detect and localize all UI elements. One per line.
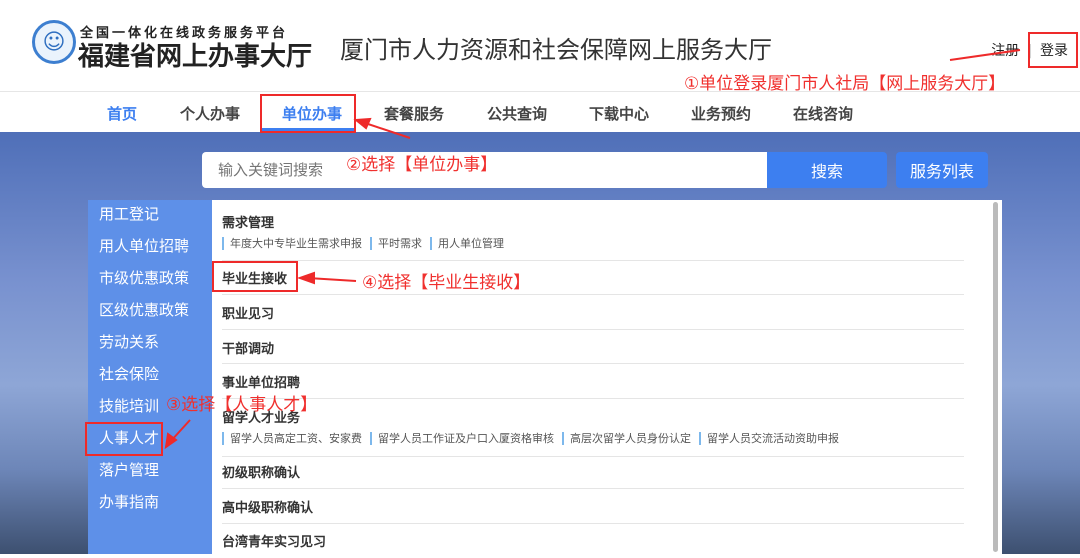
annotation-step2: ②选择【单位办事】 xyxy=(346,155,498,175)
sidebar-item-recruitment[interactable]: 用人单位招聘 xyxy=(88,232,212,264)
service-title[interactable]: 职业见习 xyxy=(222,303,964,322)
service-group: 留学人才业务 留学人员高定工资、安家费 留学人员工作证及户口入厦资格审核 高层次留学… xyxy=(222,407,964,457)
nav-public-query[interactable]: 公共查询 xyxy=(487,103,547,124)
sub-service-link[interactable]: 平时需求 xyxy=(370,237,428,250)
service-group: 高中级职称确认 xyxy=(222,497,964,524)
service-group: 职业见习 xyxy=(222,303,964,330)
annotation-step1: ①单位登录厦门市人社局【网上服务大厅】 xyxy=(684,74,1006,94)
nav-packages[interactable]: 套餐服务 xyxy=(384,103,444,124)
search-button[interactable]: 搜索 xyxy=(767,152,887,188)
service-title[interactable]: 台湾青年实习见习 xyxy=(222,531,964,550)
business-tab-highlight-box xyxy=(260,94,356,133)
service-list-button[interactable]: 服务列表 xyxy=(896,152,988,188)
service-group: 需求管理 年度大中专毕业生需求申报 平时需求 用人单位管理 xyxy=(222,212,964,261)
personnel-highlight-box xyxy=(85,422,163,456)
service-panel: 需求管理 年度大中专毕业生需求申报 平时需求 用人单位管理 毕业生接收 职业见习 干… xyxy=(212,200,1002,554)
sidebar-item-household[interactable]: 落户管理 xyxy=(88,456,212,488)
service-group: 初级职称确认 xyxy=(222,462,964,489)
nav-personal[interactable]: 个人办事 xyxy=(180,103,240,124)
service-group: 毕业生接收 xyxy=(222,268,964,295)
service-title[interactable]: 干部调动 xyxy=(222,338,964,357)
sidebar-item-district-policy[interactable]: 区级优惠政策 xyxy=(88,296,212,328)
nav-downloads[interactable]: 下载中心 xyxy=(589,103,649,124)
graduate-highlight-box xyxy=(212,261,298,292)
sub-service-link[interactable]: 留学人员高定工资、安家费 xyxy=(222,432,368,445)
sidebar-item-labor-relations[interactable]: 劳动关系 xyxy=(88,328,212,360)
service-title[interactable]: 毕业生接收 xyxy=(222,268,964,287)
fujian-logo-icon: ☺ xyxy=(32,20,76,64)
nav-consult[interactable]: 在线咨询 xyxy=(793,103,853,124)
annotation-step4: ④选择【毕业生接收】 xyxy=(362,273,531,293)
login-highlight-box xyxy=(1028,32,1078,68)
nav-appointment[interactable]: 业务预约 xyxy=(691,103,751,124)
site-title: 厦门市人力资源和社会保障网上服务大厅 xyxy=(340,36,772,64)
service-title[interactable]: 留学人才业务 xyxy=(222,407,964,426)
service-group: 事业单位招聘 xyxy=(222,372,964,399)
sidebar-item-employment-registration[interactable]: 用工登记 xyxy=(88,200,212,232)
brand-name[interactable]: 福建省网上办事大厅 xyxy=(78,36,312,73)
annotation-step3: ③选择【人事人才】 xyxy=(166,395,318,415)
sidebar-item-social-insurance[interactable]: 社会保险 xyxy=(88,360,212,392)
sidebar: 用工登记 用人单位招聘 市级优惠政策 区级优惠政策 劳动关系 社会保险 技能培训… xyxy=(88,200,212,554)
service-group: 干部调动 xyxy=(222,338,964,364)
main-nav: 首页 个人办事 单位办事 套餐服务 公共查询 下载中心 业务预约 在线咨询 xyxy=(0,93,1080,132)
sub-service-link[interactable]: 留学人员交流活动资助申报 xyxy=(699,432,845,445)
sub-service-link[interactable]: 年度大中专毕业生需求申报 xyxy=(222,237,368,250)
sub-service-link[interactable]: 留学人员工作证及户口入厦资格审核 xyxy=(370,432,560,445)
nav-home[interactable]: 首页 xyxy=(107,103,137,124)
sidebar-item-guide[interactable]: 办事指南 xyxy=(88,488,212,520)
sub-service-link[interactable]: 高层次留学人员身份认定 xyxy=(562,432,697,445)
sidebar-item-city-policy[interactable]: 市级优惠政策 xyxy=(88,264,212,296)
service-title[interactable]: 需求管理 xyxy=(222,212,964,231)
service-title[interactable]: 事业单位招聘 xyxy=(222,372,964,391)
service-title[interactable]: 高中级职称确认 xyxy=(222,497,964,516)
scrollbar[interactable] xyxy=(993,202,998,552)
sub-service-link[interactable]: 用人单位管理 xyxy=(430,237,510,250)
register-link[interactable]: 注册 xyxy=(987,43,1023,59)
service-title[interactable]: 初级职称确认 xyxy=(222,462,964,481)
